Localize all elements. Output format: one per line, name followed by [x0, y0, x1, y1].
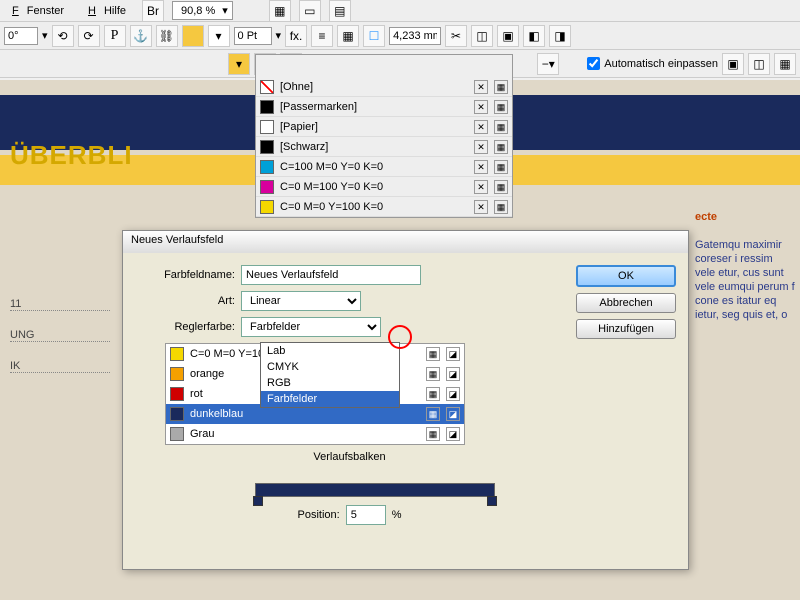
zoom-field[interactable]: 90,8 % ▾: [172, 1, 233, 20]
fit4-icon[interactable]: ◨: [549, 25, 571, 47]
bridge-button[interactable]: Br: [142, 0, 164, 22]
name-label: Farbfeldname:: [135, 269, 235, 281]
fit1-icon[interactable]: ◫: [471, 25, 493, 47]
cancel-button[interactable]: Abbrechen: [576, 293, 676, 313]
dropdown-item[interactable]: CMYK: [261, 359, 399, 375]
gradient-label: Verlaufsbalken: [313, 451, 385, 463]
stroke-swatch[interactable]: ▾: [208, 25, 230, 47]
fill-swatch[interactable]: [182, 25, 204, 47]
fill-proxy-icon[interactable]: ▾: [228, 53, 250, 75]
regler-dropdown[interactable]: LabCMYKRGBFarbfelder: [260, 342, 400, 408]
swatch-row[interactable]: C=100 M=0 Y=0 K=0✕▦: [256, 157, 512, 177]
list-item[interactable]: Grau▦◪: [166, 424, 464, 444]
autofit-label: Automatisch einpassen: [604, 58, 718, 70]
toolbar-1: ▾ ⟲ ⟳ P ⚓ ⛓ ▾ ▾ fx. ≡ ▦ ☐ ✂ ◫ ▣ ◧ ◨: [0, 22, 800, 50]
fx-icon[interactable]: fx.: [285, 25, 307, 47]
name-field[interactable]: [241, 265, 421, 285]
f1-icon[interactable]: ▣: [722, 53, 744, 75]
gradient-bar[interactable]: [255, 483, 495, 497]
rotation-field[interactable]: [4, 27, 38, 45]
gradient-stop-right[interactable]: [487, 496, 497, 506]
align-icon[interactable]: ≡: [311, 25, 333, 47]
f3-icon[interactable]: ▦: [774, 53, 796, 75]
swatch-row[interactable]: [Schwarz]✕▦: [256, 137, 512, 157]
swatch-row[interactable]: [Papier]✕▦: [256, 117, 512, 137]
f2-icon[interactable]: ◫: [748, 53, 770, 75]
pos-label: Position:: [298, 509, 340, 521]
mm-field[interactable]: [389, 27, 441, 45]
wrap-icon[interactable]: ▦: [337, 25, 359, 47]
char-p-icon[interactable]: P: [104, 25, 126, 47]
gradient-dialog: Neues Verlaufsfeld Farbfeldname: Art: Lin…: [122, 230, 689, 570]
flip-v-icon[interactable]: ⟳: [78, 25, 100, 47]
gradient-stop-left[interactable]: [253, 496, 263, 506]
view-icon[interactable]: ▦: [269, 0, 291, 22]
art-label: Art:: [135, 295, 235, 307]
dropdown-item[interactable]: Farbfelder: [261, 391, 399, 407]
fit3-icon[interactable]: ◧: [523, 25, 545, 47]
dropdown-item[interactable]: Lab: [261, 343, 399, 359]
pos-field[interactable]: [346, 505, 386, 525]
dropdown-item[interactable]: RGB: [261, 375, 399, 391]
page-heading: ÜBERBLI: [10, 140, 133, 171]
flip-h-icon[interactable]: ⟲: [52, 25, 74, 47]
fit2-icon[interactable]: ▣: [497, 25, 519, 47]
chain-icon[interactable]: ⛓: [156, 25, 178, 47]
art-select[interactable]: Linear: [241, 291, 361, 311]
add-button[interactable]: Hinzufügen: [576, 319, 676, 339]
dash-icon[interactable]: −▾: [537, 53, 559, 75]
menu-fenster[interactable]: FFenster: [4, 3, 72, 19]
swatch-row[interactable]: C=0 M=100 Y=0 K=0✕▦: [256, 177, 512, 197]
arrange-icon[interactable]: ▤: [329, 0, 351, 22]
swatch-row[interactable]: C=0 M=0 Y=100 K=0✕▦: [256, 197, 512, 217]
dialog-title: Neues Verlaufsfeld: [123, 231, 688, 253]
left-list: 11 UNG IK: [10, 280, 110, 391]
ok-button[interactable]: OK: [576, 265, 676, 287]
anchor-icon[interactable]: ⚓: [130, 25, 152, 47]
highlight-circle: [388, 325, 412, 349]
menubar: FFenster HHilfe Br 90,8 % ▾ ▦ ▭ ▤: [0, 0, 800, 22]
regler-select[interactable]: Farbfelder: [241, 317, 381, 337]
swatch-row[interactable]: [Passermarken]✕▦: [256, 97, 512, 117]
crop-icon[interactable]: ✂: [445, 25, 467, 47]
swatch-row[interactable]: [Ohne]✕▦: [256, 77, 512, 97]
frame-icon[interactable]: ☐: [363, 25, 385, 47]
stroke-pt-field[interactable]: [234, 27, 272, 45]
body-text-col2: ecte Gatemqu maximir coreser i ressim ve…: [695, 210, 795, 322]
screen-icon[interactable]: ▭: [299, 0, 321, 22]
swatches-panel: [Ohne]✕▦[Passermarken]✕▦[Papier]✕▦[Schwa…: [255, 54, 513, 218]
menu-hilfe[interactable]: HHilfe: [80, 3, 134, 19]
regler-label: Reglerfarbe:: [135, 321, 235, 333]
autofit-check[interactable]: [587, 57, 600, 70]
